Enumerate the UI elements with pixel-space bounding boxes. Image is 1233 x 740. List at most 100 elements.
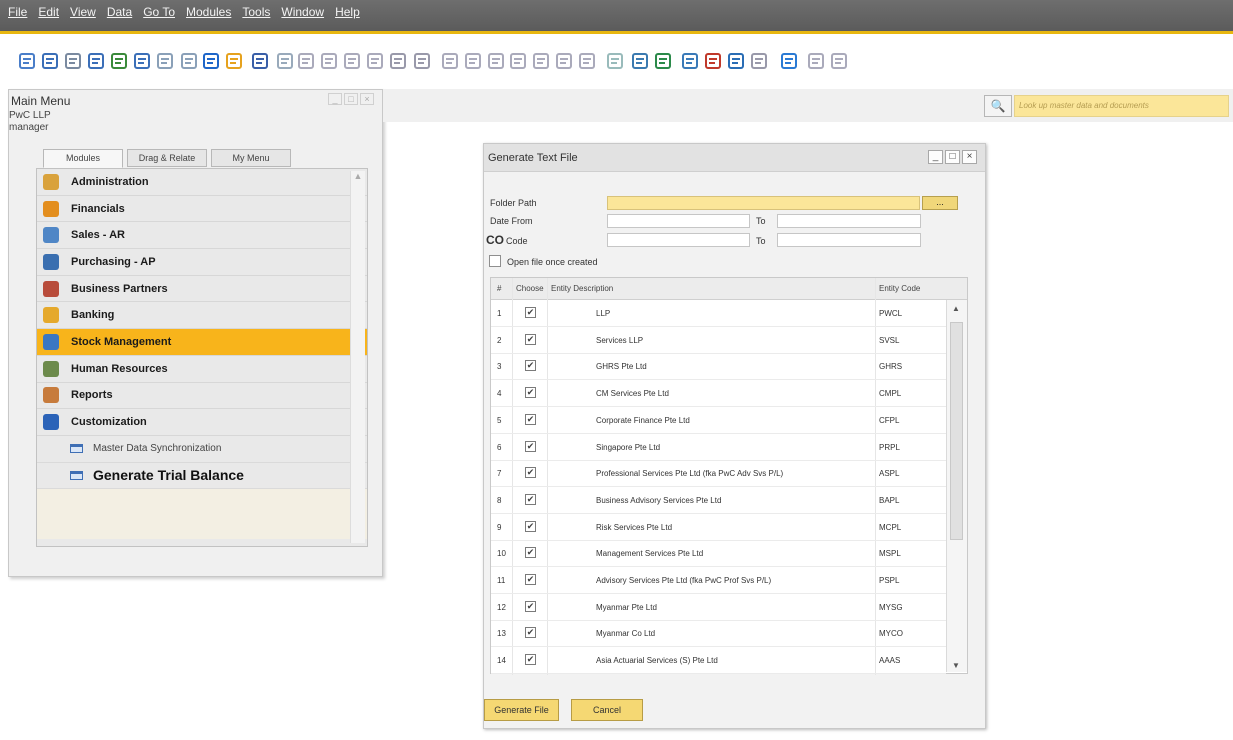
module-item-human-resources[interactable]: Human Resources	[37, 356, 367, 383]
base-doc-icon[interactable]	[440, 51, 460, 71]
table-row[interactable]: 11 ✔ Advisory Services Pte Ltd (fka PwC Pr…	[491, 567, 946, 594]
target-doc-icon[interactable]	[463, 51, 483, 71]
draft-icon[interactable]	[531, 51, 551, 71]
binoculars-icon[interactable]	[250, 51, 270, 71]
table-row[interactable]: 1 ✔ LLP PWCL	[491, 300, 946, 327]
maximize-icon[interactable]: □	[945, 150, 960, 164]
last-record-icon[interactable]	[365, 51, 385, 71]
module-item-stock-management[interactable]: Stock Management	[37, 329, 367, 356]
export-excel-icon[interactable]	[109, 51, 129, 71]
module-list-scrollbar[interactable]: ▲	[350, 171, 365, 543]
launch-icon[interactable]	[132, 51, 152, 71]
minimize-icon[interactable]: _	[928, 150, 943, 164]
generate-file-button[interactable]: Generate File	[484, 699, 559, 721]
row-checkbox[interactable]: ✔	[525, 520, 536, 532]
export-word-icon[interactable]	[86, 51, 106, 71]
sub-item-master-data-sync[interactable]: Master Data Synchronization	[37, 436, 367, 463]
module-item-financials[interactable]: Financials	[37, 196, 367, 223]
table-row[interactable]: 4 ✔ CM Services Pte Ltd CMPL	[491, 380, 946, 408]
first-record-icon[interactable]	[296, 51, 316, 71]
doc-new-icon[interactable]	[630, 51, 650, 71]
row-checkbox[interactable]: ✔	[525, 654, 536, 666]
copy-icon[interactable]	[486, 51, 506, 71]
open-file-checkbox[interactable]	[489, 255, 501, 267]
print-icon[interactable]	[40, 51, 60, 71]
module-item-administration[interactable]: Administration	[37, 169, 367, 196]
module-item-customization[interactable]: Customization	[37, 409, 367, 436]
menu-item-edit[interactable]: Edit	[38, 5, 59, 19]
scroll-up-icon[interactable]: ▲	[952, 304, 960, 313]
filter-icon[interactable]	[388, 51, 408, 71]
doc-icon[interactable]	[179, 51, 199, 71]
row-checkbox[interactable]: ✔	[525, 387, 536, 399]
table-row[interactable]: 8 ✔ Business Advisory Services Pte Ltd BAPL	[491, 487, 946, 514]
row-checkbox[interactable]: ✔	[525, 440, 536, 452]
table-row[interactable]: 13 ✔ Myanmar Co Ltd MYCO	[491, 620, 946, 648]
row-checkbox[interactable]: ✔	[525, 413, 536, 425]
folder-path-input[interactable]	[607, 196, 920, 210]
form-icon[interactable]	[275, 51, 295, 71]
table-row[interactable]: 14 ✔ Asia Actuarial Services (S) Pte Ltd AA…	[491, 647, 946, 675]
module-item-business-partners[interactable]: Business Partners	[37, 276, 367, 303]
code-to-input[interactable]	[777, 233, 921, 247]
browse-button[interactable]: ...	[922, 196, 958, 210]
menu-item-file[interactable]: File	[8, 5, 27, 19]
row-checkbox[interactable]: ✔	[525, 467, 536, 479]
close-icon[interactable]: ×	[962, 150, 977, 164]
module-item-reports[interactable]: Reports	[37, 383, 367, 410]
help-icon[interactable]	[779, 51, 799, 71]
scroll-down-icon[interactable]: ▼	[952, 661, 960, 670]
menu-item-help[interactable]: Help	[335, 5, 360, 19]
grid-scrollbar[interactable]: ▲ ▼	[946, 300, 967, 672]
menu-item-go-to[interactable]: Go To	[143, 5, 175, 19]
extra-icon[interactable]	[829, 51, 849, 71]
cancel-button[interactable]: Cancel	[571, 699, 643, 721]
arrow-up-icon[interactable]	[201, 51, 221, 71]
table-row[interactable]: 5 ✔ Corporate Finance Pte Ltd CFPL	[491, 407, 946, 434]
next-record-icon[interactable]	[342, 51, 362, 71]
lock-icon[interactable]	[155, 51, 175, 71]
row-checkbox[interactable]: ✔	[525, 493, 536, 505]
doc-export-icon[interactable]	[653, 51, 673, 71]
row-checkbox[interactable]: ✔	[525, 360, 536, 372]
column-header-entity-code[interactable]: Entity Code	[879, 284, 920, 293]
search-button[interactable]: 🔍	[984, 95, 1012, 117]
journal-icon[interactable]	[554, 51, 574, 71]
module-item-purchasing-ap[interactable]: Purchasing - AP	[37, 249, 367, 276]
column-header-choose[interactable]: Choose	[516, 284, 544, 293]
code-from-input[interactable]	[607, 233, 750, 247]
table-row[interactable]: 2 ✔ Services LLP SVSL	[491, 327, 946, 354]
folder-icon[interactable]	[224, 51, 244, 71]
tab-my-menu[interactable]: My Menu	[211, 149, 291, 167]
network-icon[interactable]	[749, 51, 769, 71]
message-icon[interactable]	[703, 51, 723, 71]
row-checkbox[interactable]: ✔	[525, 547, 536, 559]
preview-icon[interactable]	[17, 51, 37, 71]
row-checkbox[interactable]: ✔	[525, 600, 536, 612]
scroll-thumb[interactable]	[950, 322, 963, 540]
prev-record-icon[interactable]	[319, 51, 339, 71]
calendar-icon[interactable]	[680, 51, 700, 71]
menu-item-window[interactable]: Window	[281, 5, 324, 19]
row-checkbox[interactable]: ✔	[525, 574, 536, 585]
scroll-up-icon[interactable]: ▲	[351, 171, 365, 181]
date-to-input[interactable]	[777, 214, 921, 228]
menu-item-tools[interactable]: Tools	[242, 5, 270, 19]
sub-item-generate-trial-balance[interactable]: Generate Trial Balance	[37, 463, 367, 490]
layout-icon[interactable]	[577, 51, 597, 71]
menu-item-data[interactable]: Data	[107, 5, 132, 19]
close-icon[interactable]: ×	[360, 93, 374, 105]
menu-item-view[interactable]: View	[70, 5, 96, 19]
table-row[interactable]: 6 ✔ Singapore Pte Ltd PRPL	[491, 434, 946, 461]
calc-icon[interactable]	[726, 51, 746, 71]
email-icon[interactable]	[63, 51, 83, 71]
module-item-banking[interactable]: Banking	[37, 302, 367, 330]
row-checkbox[interactable]: ✔	[525, 627, 536, 639]
search-input[interactable]: Look up master data and documents	[1014, 95, 1229, 117]
tab-drag-relate[interactable]: Drag & Relate	[127, 149, 207, 167]
table-row[interactable]: 3 ✔ GHRS Pte Ltd GHRS	[491, 353, 946, 381]
menu-item-modules[interactable]: Modules	[186, 5, 231, 19]
tab-modules[interactable]: Modules	[43, 149, 123, 168]
maximize-icon[interactable]: □	[344, 93, 358, 105]
minimize-icon[interactable]: _	[328, 93, 342, 105]
